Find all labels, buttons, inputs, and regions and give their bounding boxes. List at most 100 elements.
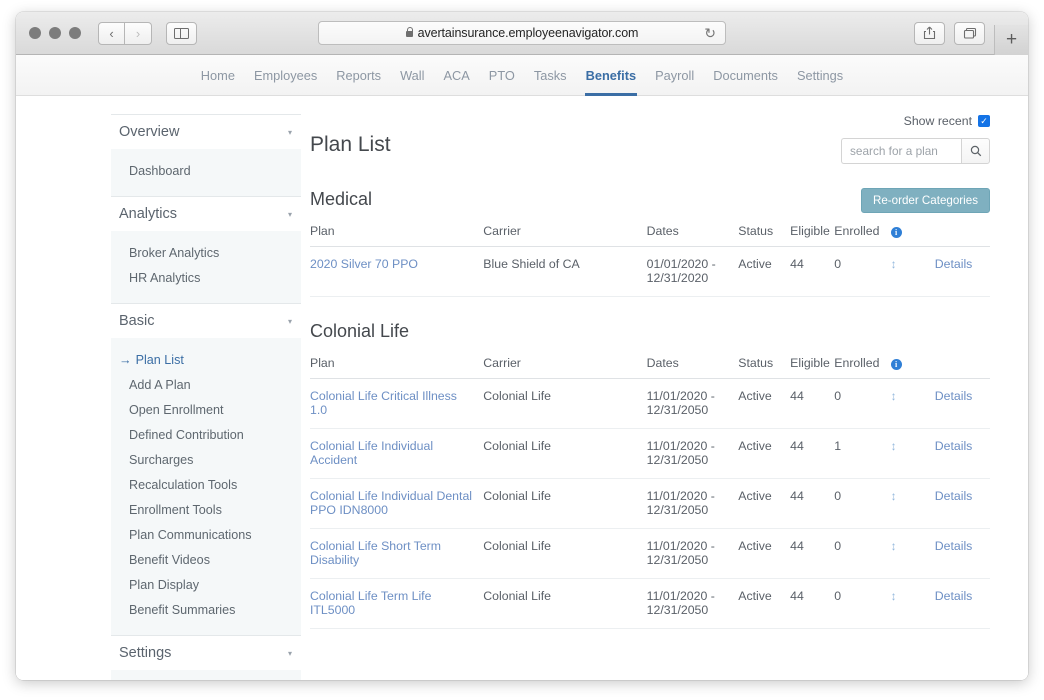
sort-handle[interactable]: ↕ bbox=[890, 246, 935, 297]
details-link[interactable]: Details bbox=[934, 528, 990, 579]
sidebar-section-header-settings[interactable]: Settings ▾ bbox=[111, 635, 301, 670]
sidebar-item-hr-analytics[interactable]: HR Analytics bbox=[111, 265, 301, 290]
minimize-window-button[interactable] bbox=[49, 27, 61, 39]
sort-updown-icon[interactable]: ↕ bbox=[891, 539, 897, 553]
forward-button[interactable]: › bbox=[125, 21, 152, 45]
plan-name-link[interactable]: Colonial Life Critical Illness 1.0 bbox=[310, 378, 484, 429]
sidebar-section-header-overview[interactable]: Overview ▾ bbox=[111, 114, 301, 149]
reorder-categories-button[interactable]: Re-order Categories bbox=[860, 188, 990, 213]
plan-name-link[interactable]: Colonial Life Individual Dental PPO IDN8… bbox=[310, 478, 484, 529]
column-header-eligible[interactable]: Eligible bbox=[790, 351, 835, 379]
sort-handle[interactable]: ↕ bbox=[890, 528, 935, 579]
chevron-down-icon[interactable]: ▾ bbox=[288, 210, 292, 219]
column-header-status[interactable]: Status bbox=[738, 219, 791, 247]
sort-updown-icon[interactable]: ↕ bbox=[891, 489, 897, 503]
sidebar-item-open-enrollment[interactable]: Open Enrollment bbox=[111, 397, 301, 422]
column-header-status[interactable]: Status bbox=[738, 351, 791, 379]
sort-updown-icon[interactable]: ↕ bbox=[891, 257, 897, 271]
nav-item-settings[interactable]: Settings bbox=[787, 55, 852, 96]
column-header-carrier[interactable]: Carrier bbox=[483, 219, 647, 247]
sort-handle[interactable]: ↕ bbox=[890, 478, 935, 529]
eligible-count-text: 44 bbox=[790, 439, 804, 453]
sort-updown-icon[interactable]: ↕ bbox=[891, 589, 897, 603]
sidebar-item-plan-communications[interactable]: Plan Communications bbox=[111, 522, 301, 547]
column-header-carrier[interactable]: Carrier bbox=[483, 351, 647, 379]
share-button[interactable] bbox=[914, 21, 945, 45]
sidebar-item-plan-list[interactable]: → Plan List bbox=[111, 347, 301, 372]
sort-handle[interactable]: ↕ bbox=[890, 428, 935, 479]
carrier-cell-text: Colonial Life bbox=[483, 389, 551, 403]
info-icon[interactable]: i bbox=[890, 359, 902, 370]
sidebar-item-enrollment[interactable]: Enrollment bbox=[111, 679, 301, 680]
details-link[interactable]: Details bbox=[934, 428, 990, 479]
search-input[interactable] bbox=[841, 138, 961, 164]
sidebar-toggle-button[interactable] bbox=[166, 21, 197, 45]
nav-item-reports[interactable]: Reports bbox=[327, 55, 391, 96]
info-icon[interactable]: i bbox=[890, 227, 902, 238]
show-recent-control[interactable]: Show recent ✓ bbox=[310, 114, 990, 128]
date-start: 01/01/2020 - bbox=[646, 257, 716, 271]
sidebar-item-benefit-videos[interactable]: Benefit Videos bbox=[111, 547, 301, 572]
sidebar-item-enrollment-tools[interactable]: Enrollment Tools bbox=[111, 497, 301, 522]
reload-icon[interactable]: ↻ bbox=[704, 26, 716, 40]
column-header-plan[interactable]: Plan bbox=[310, 219, 484, 247]
carrier-cell: Colonial Life bbox=[483, 378, 647, 429]
plan-name-link[interactable]: Colonial Life Individual Accident bbox=[310, 428, 484, 479]
nav-item-wall[interactable]: Wall bbox=[391, 55, 434, 96]
plan-name-link[interactable]: Colonial Life Short Term Disability bbox=[310, 528, 484, 579]
address-bar[interactable]: avertainsurance.employeenavigator.com ↻ bbox=[318, 21, 726, 45]
show-tabs-button[interactable] bbox=[954, 21, 985, 45]
chevron-down-icon[interactable]: ▾ bbox=[288, 128, 292, 137]
sidebar-section-header-basic[interactable]: Basic ▾ bbox=[111, 303, 301, 338]
sidebar-item-recalculation-tools[interactable]: Recalculation Tools bbox=[111, 472, 301, 497]
sort-updown-icon[interactable]: ↕ bbox=[891, 439, 897, 453]
sidebar-section-header-analytics[interactable]: Analytics ▾ bbox=[111, 196, 301, 231]
sidebar-section-title: Analytics bbox=[119, 206, 178, 222]
column-header-dates[interactable]: Dates bbox=[646, 219, 739, 247]
sidebar-section-title: Overview bbox=[119, 124, 180, 140]
chevron-down-icon[interactable]: ▾ bbox=[288, 317, 292, 326]
sidebar-item-dashboard[interactable]: Dashboard bbox=[111, 158, 301, 183]
sidebar-item-benefit-summaries[interactable]: Benefit Summaries bbox=[111, 597, 301, 622]
nav-item-employees[interactable]: Employees bbox=[244, 55, 326, 96]
close-window-button[interactable] bbox=[29, 27, 41, 39]
details-link[interactable]: Details bbox=[934, 578, 990, 629]
sidebar-item-surcharges[interactable]: Surcharges bbox=[111, 447, 301, 472]
nav-item-documents[interactable]: Documents bbox=[704, 55, 788, 96]
window-controls bbox=[29, 27, 81, 39]
column-header-plan[interactable]: Plan bbox=[310, 351, 484, 379]
plan-name-link[interactable]: Colonial Life Term Life ITL5000 bbox=[310, 578, 484, 629]
nav-item-home[interactable]: Home bbox=[191, 55, 244, 96]
column-header-dates[interactable]: Dates bbox=[646, 351, 739, 379]
nav-item-tasks[interactable]: Tasks bbox=[524, 55, 576, 96]
plan-name-link[interactable]: 2020 Silver 70 PPO bbox=[310, 246, 484, 297]
nav-item-benefits[interactable]: Benefits bbox=[576, 55, 646, 96]
sidebar-section-title: Settings bbox=[119, 645, 172, 661]
nav-item-pto[interactable]: PTO bbox=[479, 55, 524, 96]
details-link[interactable]: Details bbox=[934, 246, 990, 297]
dates-cell: 11/01/2020 -12/31/2050 bbox=[646, 378, 739, 429]
sidebar-item-plan-display[interactable]: Plan Display bbox=[111, 572, 301, 597]
navigation-buttons: ‹ › bbox=[98, 21, 152, 45]
column-header-info: i bbox=[890, 219, 935, 247]
sort-handle[interactable]: ↕ bbox=[890, 578, 935, 629]
sidebar-item-add-a-plan[interactable]: Add A Plan bbox=[111, 372, 301, 397]
chevron-down-icon[interactable]: ▾ bbox=[288, 649, 292, 658]
nav-item-payroll[interactable]: Payroll bbox=[646, 55, 704, 96]
carrier-cell: Colonial Life bbox=[483, 478, 647, 529]
column-header-enrolled[interactable]: Enrolled bbox=[834, 351, 891, 379]
search-button[interactable] bbox=[961, 138, 990, 164]
column-header-eligible[interactable]: Eligible bbox=[790, 219, 835, 247]
sidebar-item-defined-contribution[interactable]: Defined Contribution bbox=[111, 422, 301, 447]
show-recent-checkbox[interactable]: ✓ bbox=[978, 115, 990, 127]
sidebar-item-broker-analytics[interactable]: Broker Analytics bbox=[111, 240, 301, 265]
column-header-enrolled[interactable]: Enrolled bbox=[834, 219, 891, 247]
sort-updown-icon[interactable]: ↕ bbox=[891, 389, 897, 403]
details-link[interactable]: Details bbox=[934, 378, 990, 429]
nav-item-aca[interactable]: ACA bbox=[434, 55, 479, 96]
sort-handle[interactable]: ↕ bbox=[890, 378, 935, 429]
details-link[interactable]: Details bbox=[934, 478, 990, 529]
zoom-window-button[interactable] bbox=[69, 27, 81, 39]
back-button[interactable]: ‹ bbox=[98, 21, 125, 45]
new-tab-button[interactable]: + bbox=[994, 25, 1028, 55]
